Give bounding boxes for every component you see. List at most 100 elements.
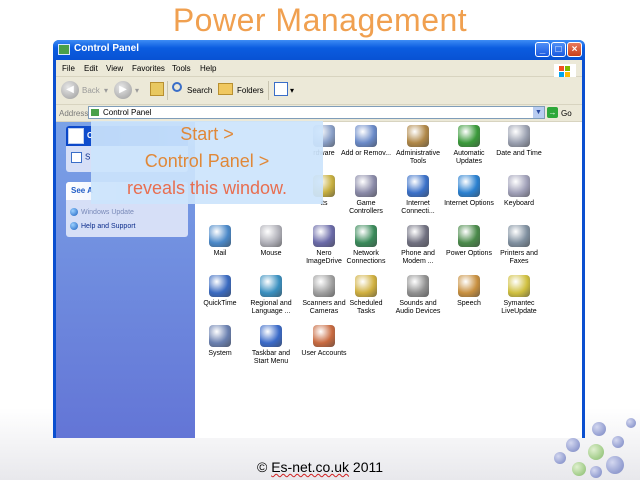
control-panel-item[interactable]: QuickTime	[194, 275, 246, 308]
close-button[interactable]: ×	[567, 42, 582, 57]
address-bar: Address Control Panel ▼ → Go	[56, 105, 582, 122]
control-panel-item[interactable]: User Accounts	[298, 325, 350, 358]
internet-options-icon	[458, 175, 480, 197]
control-panel-item[interactable]: Administrative Tools	[392, 125, 444, 166]
control-panel-item-label: Add or Remov...	[340, 150, 392, 157]
control-panel-item[interactable]: System	[194, 325, 246, 358]
keyboard-icon	[508, 175, 530, 197]
menu-edit[interactable]: Edit	[84, 64, 98, 73]
control-panel-item[interactable]: Sounds and Audio Devices	[392, 275, 444, 316]
taskbar-start-menu-icon	[260, 325, 282, 347]
phone-modem-icon	[407, 225, 429, 247]
views-icon[interactable]	[274, 82, 288, 96]
control-panel-item[interactable]: Automatic Updates	[443, 125, 495, 166]
address-dropdown-icon[interactable]: ▼	[533, 107, 544, 118]
control-panel-item[interactable]: Keyboard	[493, 175, 545, 208]
control-panel-item[interactable]: Internet Options	[443, 175, 495, 208]
forward-dropdown-icon[interactable]: ▾	[135, 86, 139, 95]
go-button[interactable]: Go	[561, 109, 572, 118]
slide-title: Power Management	[172, 2, 468, 38]
forward-arrow-icon[interactable]: ▶	[114, 81, 132, 99]
switch-view-link[interactable]: S	[71, 152, 90, 163]
control-panel-item-label: User Accounts	[301, 350, 347, 357]
menu-file[interactable]: File	[62, 64, 75, 73]
decor-dot	[554, 452, 566, 464]
mouse-icon	[260, 225, 282, 247]
maximize-button[interactable]: □	[551, 42, 566, 57]
control-panel-item-label: Internet Connecti...	[401, 200, 435, 215]
instruction-callout: Start > Control Panel > reveals this win…	[91, 121, 323, 204]
control-panel-item-label: Symantec LiveUpdate	[501, 300, 537, 315]
back-dropdown-icon[interactable]: ▾	[104, 86, 108, 95]
menu-view[interactable]: View	[106, 64, 123, 73]
control-panel-item-label: Phone and Modem ...	[401, 250, 435, 265]
automatic-updates-icon	[458, 125, 480, 147]
views-dropdown-icon[interactable]: ▾	[290, 86, 294, 95]
control-panel-item[interactable]: Speech	[443, 275, 495, 308]
control-panel-item[interactable]: Mouse	[245, 225, 297, 258]
control-panel-item-label: System	[208, 350, 232, 357]
menu-favorites[interactable]: Favorites	[132, 64, 165, 73]
toolbar-separator	[268, 81, 269, 100]
help-support-label: Help and Support	[81, 222, 136, 230]
search-button[interactable]: Search	[187, 86, 212, 95]
control-panel-item[interactable]: Printers and Faxes	[493, 225, 545, 266]
help-support-icon	[70, 222, 78, 230]
up-folder-icon[interactable]	[150, 82, 164, 96]
decor-dot	[612, 436, 624, 448]
power-options-icon	[458, 225, 480, 247]
control-panel-item[interactable]: Internet Connecti...	[392, 175, 444, 216]
date-time-icon	[508, 125, 530, 147]
control-panel-item-label: Printers and Faxes	[500, 250, 538, 265]
search-icon[interactable]	[172, 82, 182, 92]
control-panel-item[interactable]: Taskbar and Start Menu	[245, 325, 297, 366]
title-bar[interactable]: Control Panel _ □ ×	[53, 40, 585, 60]
quicktime-icon	[209, 275, 231, 297]
decor-dot	[590, 466, 602, 478]
control-panel-item[interactable]: Add or Remov...	[340, 125, 392, 158]
system-icon	[209, 325, 231, 347]
menu-tools[interactable]: Tools	[172, 64, 191, 73]
control-panel-item[interactable]: Game Controllers	[340, 175, 392, 216]
control-panel-item[interactable]: Date and Time	[493, 125, 545, 158]
slide-footer: © Es-net.co.uk 2011	[0, 459, 640, 475]
windows-update-link[interactable]: Windows Update	[70, 208, 134, 216]
back-button[interactable]: Back	[82, 86, 100, 95]
control-panel-window: Control Panel _ □ × File Edit View Favor…	[53, 40, 585, 438]
control-panel-item-label: Regional and Language ...	[250, 300, 292, 315]
window-client: File Edit View Favorites Tools Help ◀ Ba…	[56, 60, 582, 438]
control-panel-item[interactable]: Phone and Modem ...	[392, 225, 444, 266]
user-accounts-icon	[313, 325, 335, 347]
switch-view-label: S	[85, 152, 91, 162]
folders-icon[interactable]	[218, 83, 233, 95]
address-field[interactable]: Control Panel ▼	[88, 106, 545, 119]
decor-dot	[592, 422, 606, 436]
control-panel-item[interactable]: Scheduled Tasks	[340, 275, 392, 316]
printers-faxes-icon	[508, 225, 530, 247]
folders-button[interactable]: Folders	[237, 86, 264, 95]
decor-dot	[566, 438, 580, 452]
menu-help[interactable]: Help	[200, 64, 216, 73]
control-panel-item-label: Date and Time	[496, 150, 542, 157]
control-panel-icon	[91, 109, 99, 116]
control-panel-item[interactable]: Power Options	[443, 225, 495, 258]
nero-imagedrive-icon	[313, 225, 335, 247]
network-connections-icon	[355, 225, 377, 247]
control-panel-item-label: Mouse	[260, 250, 282, 257]
control-panel-item[interactable]: Regional and Language ...	[245, 275, 297, 316]
mail-icon	[209, 225, 231, 247]
control-panel-item[interactable]: Network Connections	[340, 225, 392, 266]
back-arrow-icon[interactable]: ◀	[61, 81, 79, 99]
regional-language-icon	[260, 275, 282, 297]
windows-update-label: Windows Update	[81, 208, 134, 216]
scheduled-tasks-icon	[355, 275, 377, 297]
control-panel-item[interactable]: Mail	[194, 225, 246, 258]
help-support-link[interactable]: Help and Support	[70, 222, 135, 230]
address-value[interactable]: Control Panel	[103, 108, 151, 117]
menu-bar: File Edit View Favorites Tools Help	[56, 60, 582, 78]
control-panel-icon	[68, 128, 84, 144]
control-panel-item-label: Administrative Tools	[396, 150, 440, 165]
minimize-button[interactable]: _	[535, 42, 550, 57]
control-panel-item[interactable]: Symantec LiveUpdate	[493, 275, 545, 316]
go-arrow-icon[interactable]: →	[547, 107, 558, 118]
